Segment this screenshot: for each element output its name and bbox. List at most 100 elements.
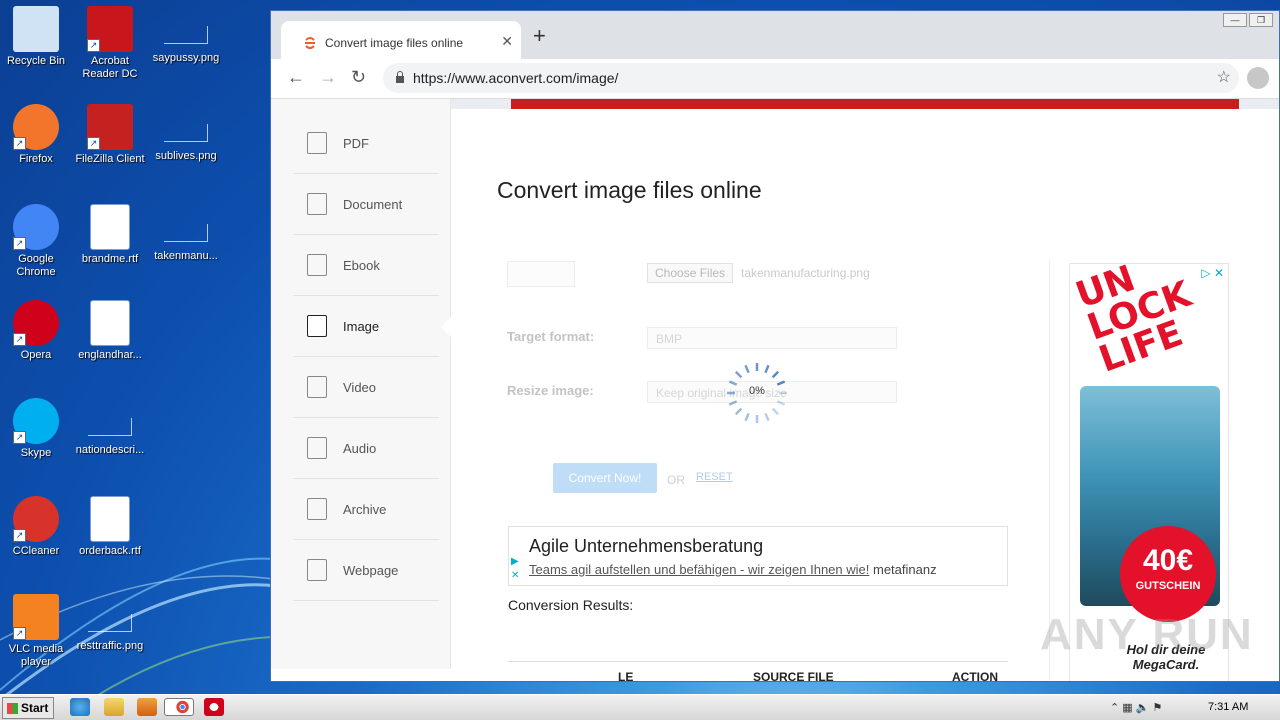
close-tab-icon[interactable]: ✕ [501, 33, 513, 50]
shortcut-arrow-icon: ↗ [13, 627, 26, 640]
sidebar-item-pdf[interactable]: PDF [293, 113, 439, 174]
desktop-icon[interactable]: ↗ Skype [0, 398, 72, 460]
desktop-icon[interactable]: ↗ CCleaner [0, 496, 72, 558]
spinner-tick [744, 412, 750, 422]
reload-icon[interactable]: ↻ [351, 67, 366, 88]
text-ad[interactable]: ▶ ✕ Agile Unternehmensberatung Teams agil… [508, 526, 1008, 586]
document-icon [307, 193, 327, 215]
desktop-icon[interactable]: Recycle Bin [0, 6, 72, 68]
desktop-icon[interactable]: nationdescri... [74, 398, 146, 457]
web-page: PDF Document Ebook Image Video Audio Archive We… [271, 99, 1279, 681]
desktop-icon-label: saypussy.png [152, 52, 220, 64]
desktop-icon-label: Recycle Bin [6, 55, 66, 67]
bookmark-star-icon[interactable]: ☆ [1217, 67, 1231, 87]
png-file-icon [164, 26, 208, 44]
sidebar-item-ebook[interactable]: Ebook [293, 235, 439, 296]
desktop-icon-label: Google Chrome [16, 253, 56, 278]
sidebar-item-webpage[interactable]: Webpage [293, 540, 439, 601]
sidebar-item-archive[interactable]: Archive [293, 479, 439, 540]
forward-icon[interactable]: → [319, 67, 337, 88]
address-bar[interactable]: https://www.aconvert.com/image/ ☆ [383, 63, 1239, 93]
firefox-icon: ↗ [13, 104, 59, 150]
filezilla-icon: ↗ [87, 104, 133, 150]
desktop-icon-label: nationdescri... [75, 444, 145, 456]
desktop-icon-label: takenmanu... [154, 250, 218, 262]
start-button[interactable]: Start [2, 697, 54, 719]
desktop-icon[interactable]: saypussy.png [150, 6, 222, 65]
new-tab-button[interactable]: + [533, 23, 546, 49]
file-source-dropdown[interactable] [507, 261, 575, 287]
ad-advertiser: metafinanz [873, 562, 937, 577]
archive-icon [307, 498, 327, 520]
shortcut-arrow-icon: ↗ [13, 137, 26, 150]
shortcut-arrow-icon: ↗ [13, 333, 26, 346]
desktop-icon-label: Skype [20, 447, 52, 459]
desktop-icon[interactable]: takenmanu... [150, 204, 222, 263]
shortcut-arrow-icon: ↗ [87, 137, 100, 150]
ad-link[interactable]: Teams agil aufstellen und befähigen - wi… [529, 562, 869, 577]
vlc-icon: ↗ [13, 594, 59, 640]
progress-percent: 0% [749, 385, 765, 397]
target-format-value: BMP [656, 332, 683, 346]
sidebar-item-video[interactable]: Video [293, 357, 439, 418]
desktop-icon-label: CCleaner [12, 545, 60, 557]
system-tray-icons[interactable]: ⌃ ▦ 🔈 ⚑ [1110, 701, 1162, 714]
shortcut-arrow-icon: ↗ [87, 39, 100, 52]
browser-tab[interactable]: Convert image files online ✕ [281, 21, 521, 63]
media-player-taskbar-icon[interactable] [137, 698, 157, 716]
desktop-icon[interactable]: sublives.png [150, 104, 222, 163]
ie-taskbar-icon[interactable] [70, 698, 90, 716]
minimize-button[interactable]: — [1223, 13, 1247, 27]
ad-headline-text: UN LOCK LIFE [1070, 263, 1197, 381]
skype-icon: ↗ [13, 398, 59, 444]
chrome-taskbar-icon[interactable] [164, 698, 194, 716]
toolbar: ← → ↻ https://www.aconvert.com/image/ ☆ [271, 59, 1279, 99]
badge-value: 40€ [1142, 544, 1194, 577]
resize-label: Resize image: [507, 383, 594, 398]
sidebar-item-label: Webpage [343, 562, 399, 578]
desktop-icon[interactable]: orderback.rtf [74, 496, 146, 558]
watermark: ANY RUN [1040, 610, 1254, 659]
url-text: https://www.aconvert.com/image/ [413, 70, 619, 86]
sidebar-item-audio[interactable]: Audio [293, 418, 439, 479]
word-doc-icon [90, 300, 130, 346]
desktop-icon[interactable]: ↗ Firefox [0, 104, 72, 166]
ad-title[interactable]: Agile Unternehmensberatung [529, 536, 763, 557]
word-doc-icon [90, 496, 130, 542]
ad-choices-icon[interactable]: ▶ ✕ [511, 555, 519, 583]
convert-now-button[interactable]: Convert Now! [553, 463, 657, 493]
account-avatar-icon[interactable] [1247, 67, 1269, 89]
page-title: Convert image files online [497, 177, 762, 203]
desktop-icon[interactable]: englandhar... [74, 300, 146, 362]
spinner-tick [734, 407, 743, 416]
sidebar-item-label: Document [343, 196, 403, 212]
desktop-icon-label: resttraffic.png [76, 640, 144, 652]
sidebar-item-label: Archive [343, 501, 387, 517]
spinner-tick [771, 370, 780, 379]
opera-taskbar-icon[interactable] [204, 698, 224, 716]
desktop-icon[interactable]: brandme.rtf [74, 204, 146, 266]
desktop-icon[interactable]: ↗ Google Chrome [0, 204, 72, 279]
desktop-icon[interactable]: ↗ FileZilla Client [74, 104, 146, 166]
maximize-button[interactable]: ❐ [1249, 13, 1273, 27]
sidebar-item-label: Image [343, 318, 380, 334]
desktop-icon-label: Acrobat Reader DC [82, 55, 138, 80]
explorer-taskbar-icon[interactable] [104, 698, 124, 716]
desktop-icon[interactable]: ↗ Opera [0, 300, 72, 362]
reset-link[interactable]: RESET [696, 471, 733, 483]
red-banner [511, 99, 1239, 109]
sidebar-item-document[interactable]: Document [293, 174, 439, 235]
ad-description: Teams agil aufstellen und befähigen - wi… [529, 562, 937, 577]
desktop-icon[interactable]: ↗ Acrobat Reader DC [74, 6, 146, 81]
target-format-select[interactable]: BMP [647, 327, 897, 349]
choose-files-button[interactable]: Choose Files [647, 263, 734, 283]
sidebar-item-image[interactable]: Image [293, 296, 439, 357]
badge-label: GUTSCHEIN [1135, 580, 1201, 592]
desktop-icon[interactable]: ↗ VLC media player [0, 594, 72, 669]
shortcut-arrow-icon: ↗ [13, 529, 26, 542]
desktop-icon[interactable]: resttraffic.png [74, 594, 146, 653]
shortcut-arrow-icon: ↗ [13, 237, 26, 250]
back-icon[interactable]: ← [287, 67, 305, 88]
sidebar-item-label: Video [343, 379, 377, 395]
recycle-bin-icon [13, 6, 59, 52]
